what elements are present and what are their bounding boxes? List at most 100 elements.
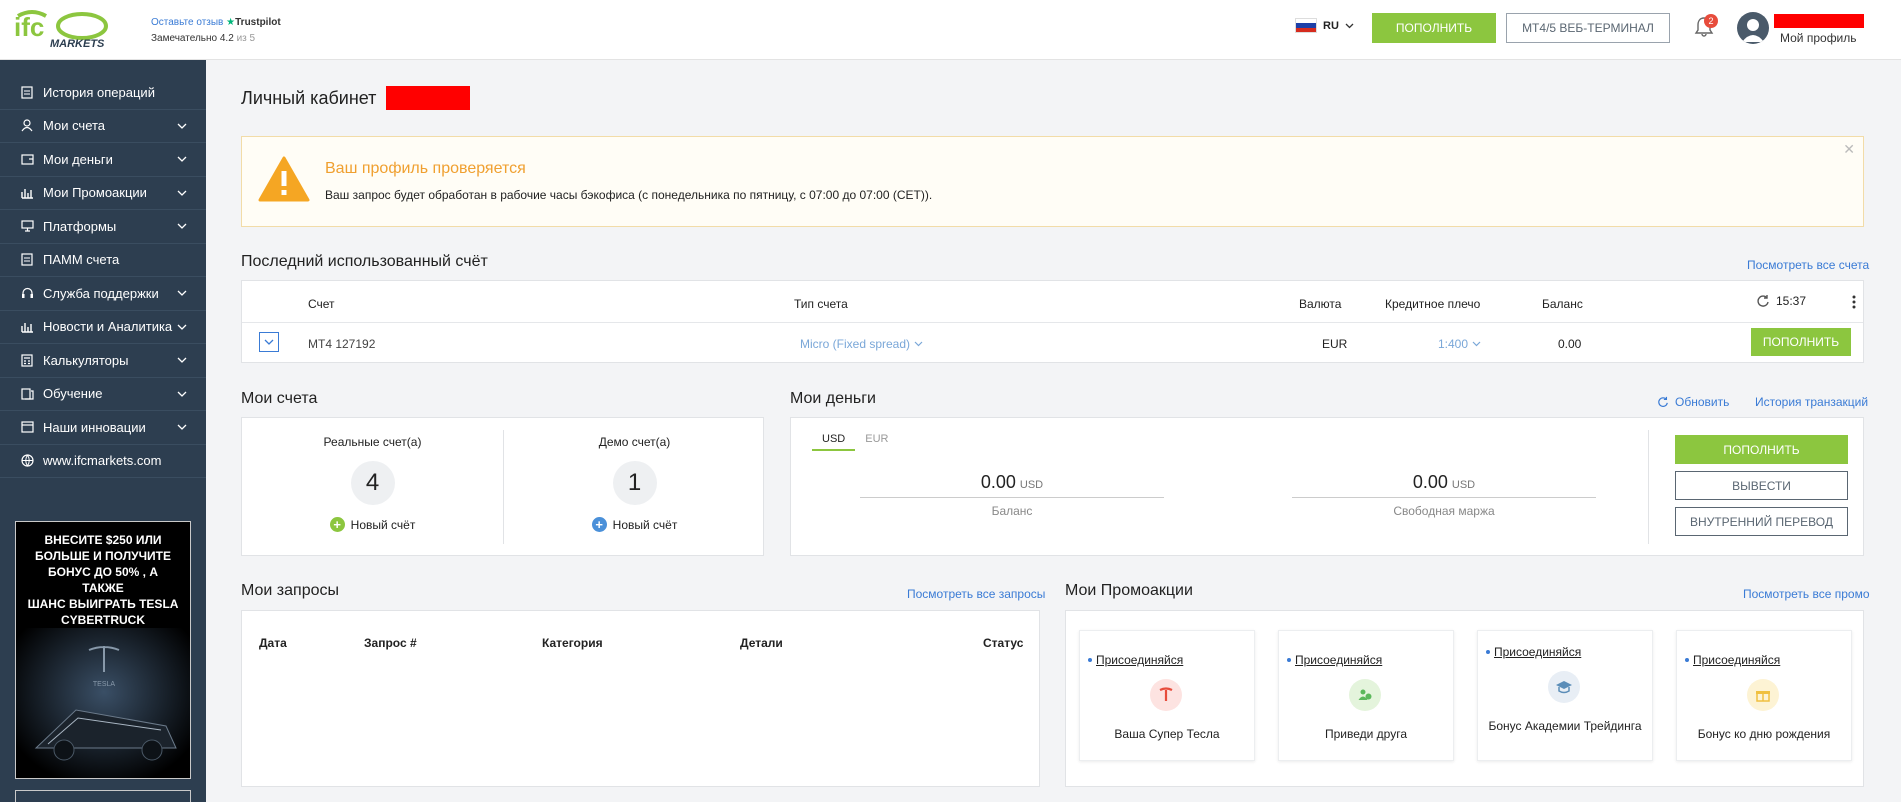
sidebar-item-promos[interactable]: Мои Промоакции [0, 177, 206, 210]
sidebar-item-money[interactable]: Мои деньги [0, 143, 206, 177]
graduation-cap-icon [1548, 671, 1580, 703]
user-icon [20, 119, 34, 133]
promo-banner-tesla[interactable]: ВНЕСИТЕ $250 ИЛИ БОЛЬШЕ И ПОЛУЧИТЕ БОНУС… [15, 521, 191, 779]
join-link[interactable]: Присоединяйся [1287, 653, 1382, 667]
new-account-label: Новый счёт [612, 517, 678, 532]
account-number: MT4 127192 [308, 337, 376, 351]
balance-block: 0.00 USD Баланс [860, 472, 1164, 518]
column-header: Тип счета [794, 297, 848, 311]
new-demo-account-button[interactable]: + Новый счёт [504, 517, 765, 532]
promo-card[interactable]: Присоединяйся Бонус ко дню рождения [1676, 630, 1852, 761]
refresh-label: Обновить [1675, 395, 1730, 409]
column-header: Баланс [1542, 297, 1583, 311]
chevron-down-icon [177, 357, 187, 363]
tab-usd[interactable]: USD [812, 433, 856, 451]
account-deposit-button[interactable]: ПОПОЛНИТЬ [1751, 328, 1851, 356]
join-link[interactable]: Присоединяйся [1088, 653, 1183, 667]
row-divider [242, 322, 1863, 323]
sidebar-item-label: Платформы [43, 218, 117, 234]
sidebar-item-accounts[interactable]: Мои счета [0, 110, 206, 143]
sidebar-item-label: Обучение [43, 386, 103, 402]
language-selector[interactable]: RU [1295, 18, 1354, 33]
trustpilot-leave-review[interactable]: Оставьте отзыв [151, 17, 223, 28]
sidebar-item-history[interactable]: История операций [0, 76, 206, 110]
chevron-down-icon [264, 339, 274, 345]
demo-accounts-count[interactable]: 1 [612, 461, 657, 505]
trustpilot-brand: Trustpilot [235, 17, 281, 28]
promo-card[interactable]: Присоединяйся Ваша Супер Тесла [1079, 630, 1255, 761]
sidebar-item-calculators[interactable]: Калькуляторы [0, 344, 206, 378]
plus-icon: + [329, 517, 345, 532]
currency-tabs: USD EUR [812, 433, 898, 451]
secondary-banner[interactable] [15, 790, 191, 802]
leverage-dropdown[interactable]: 1:400 [1438, 337, 1481, 351]
plus-icon: + [591, 517, 607, 532]
sidebar-item-support[interactable]: Служба поддержки [0, 277, 206, 311]
demo-accounts-label: Демо счет(а) [598, 435, 671, 449]
expand-row-button[interactable] [259, 332, 279, 352]
promo-card[interactable]: Присоединяйся Бонус Академии Трейдинга [1477, 630, 1653, 761]
balance-currency: USD [1019, 479, 1044, 491]
internal-transfer-button[interactable]: ВНУТРЕННИЙ ПЕРЕВОД [1675, 507, 1848, 536]
column-header: Счет [308, 297, 335, 311]
trustpilot-star-icon: ★ [226, 17, 236, 28]
new-real-account-button[interactable]: + Новый счёт [242, 517, 503, 532]
view-all-accounts-link[interactable]: Посмотреть все счета [1747, 258, 1869, 272]
warning-icon [258, 156, 310, 202]
banner-line: ШАНС ВЫИГРАТЬ TESLA [27, 597, 179, 611]
free-margin-label: Свободная маржа [1393, 504, 1495, 518]
requests-table: Дата Запрос # Категория Детали Статус [241, 610, 1040, 787]
innovation-icon [20, 420, 34, 434]
balance-label: Баланс [991, 504, 1033, 518]
last-update-time: 15:37 [1776, 294, 1807, 308]
my-money-title: Мои деньги [790, 390, 876, 407]
header-deposit-button[interactable]: ПОПОЛНИТЬ [1372, 13, 1496, 43]
sidebar-item-label: Новости и Аналитика [43, 319, 173, 335]
sidebar-item-pamm[interactable]: ПАММ счета [0, 244, 206, 277]
join-link[interactable]: Присоединяйся [1486, 645, 1581, 659]
sidebar-item-label: www.ifcmarkets.com [43, 453, 162, 469]
close-icon[interactable]: ✕ [1843, 141, 1855, 158]
sidebar-nav: История операций Мои счета Мои деньги Мо… [0, 60, 206, 478]
promo-name: Бонус ко дню рождения [1697, 727, 1831, 741]
sidebar-item-innovations[interactable]: Наши инновации [0, 411, 206, 445]
money-deposit-button[interactable]: ПОПОЛНИТЬ [1675, 435, 1848, 464]
bullet-icon [1685, 658, 1689, 662]
view-all-requests-link[interactable]: Посмотреть все запросы [907, 587, 1045, 601]
withdraw-button[interactable]: ВЫВЕСТИ [1675, 471, 1848, 500]
tab-eur[interactable]: EUR [855, 433, 898, 451]
my-profile-link[interactable]: Мой профиль [1780, 31, 1857, 45]
trustpilot-of: из [236, 33, 247, 44]
sidebar-item-platforms[interactable]: Платформы [0, 210, 206, 244]
friends-icon [1349, 679, 1381, 711]
account-type-dropdown[interactable]: Micro (Fixed spread) [800, 337, 923, 351]
avatar[interactable] [1737, 12, 1769, 44]
divider [1648, 430, 1649, 544]
bullet-icon [1486, 650, 1490, 654]
sidebar-item-education[interactable]: Обучение [0, 378, 206, 411]
banner-line: CYBERTRUCK [61, 613, 145, 627]
real-accounts-count[interactable]: 4 [350, 461, 395, 505]
view-all-promos-link[interactable]: Посмотреть все промо [1743, 587, 1870, 601]
more-options-icon[interactable] [1852, 295, 1856, 309]
chevron-down-icon [1472, 341, 1481, 347]
sidebar-item-website[interactable]: www.ifcmarkets.com [0, 445, 206, 478]
column-header: Кредитное плечо [1385, 297, 1481, 311]
transaction-history-link[interactable]: История транзакций [1755, 395, 1868, 409]
russia-flag-icon [1295, 18, 1317, 33]
trustpilot-widget[interactable]: Оставьте отзыв ★Trustpilot Замечательно … [151, 15, 281, 47]
refresh-money-button[interactable]: Обновить [1657, 395, 1729, 409]
column-header: Детали [740, 636, 783, 650]
globe-icon [20, 454, 34, 468]
chevron-down-icon [177, 223, 187, 229]
chevron-down-icon [177, 156, 187, 162]
calculator-icon [20, 353, 34, 367]
join-link[interactable]: Присоединяйся [1685, 653, 1780, 667]
web-terminal-button[interactable]: MT4/5 ВЕБ-ТЕРМИНАЛ [1506, 13, 1670, 43]
column-header: Статус [983, 636, 1024, 650]
gift-icon [1747, 679, 1779, 711]
refresh-time[interactable]: 15:37 [1756, 294, 1806, 308]
sidebar-item-news[interactable]: Новости и Аналитика [0, 311, 206, 344]
promo-card[interactable]: Присоединяйся Приведи друга [1278, 630, 1454, 761]
notification-badge: 2 [1704, 14, 1718, 28]
